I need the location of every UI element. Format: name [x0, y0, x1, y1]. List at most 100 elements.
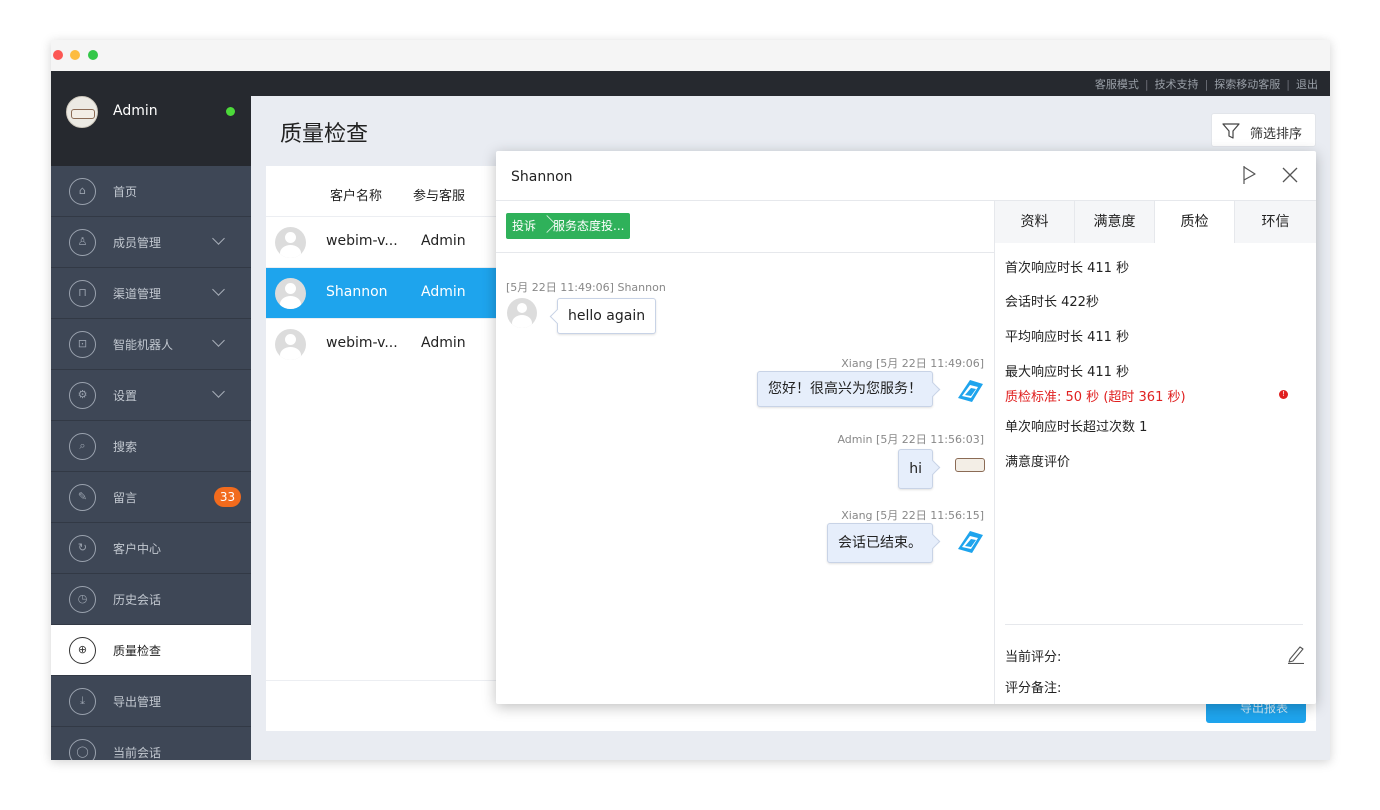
edit-icon[interactable] [1287, 644, 1305, 664]
user-avatar-icon[interactable] [66, 96, 98, 128]
detail-tabs: 资料 满意度 质检 环信 [995, 201, 1316, 243]
top-link-mobile[interactable]: 探索移动客服 [1214, 78, 1280, 91]
sidebar-item-label: 质量检查 [113, 644, 162, 658]
sidebar-item-2[interactable]: ⊓ 渠道管理 [51, 268, 251, 319]
sidebar-item-9[interactable]: ⊕ 质量检查 [51, 625, 251, 676]
sidebar-item-0[interactable]: ⌂ 首页 [51, 166, 251, 217]
agent-name-cell: Admin [421, 284, 466, 300]
chevron-down-icon[interactable] [212, 334, 225, 347]
agent-name-cell: Admin [421, 335, 466, 351]
sidebar-item-5[interactable]: ⌕ 搜索 [51, 421, 251, 472]
score-divider [1005, 624, 1303, 625]
chevron-down-icon[interactable] [212, 385, 225, 398]
sidebar-item-label: 导出管理 [113, 695, 162, 709]
history-icon: ◷ [77, 592, 88, 605]
message-meta: Xiang [5月 22日 11:49:06] [841, 357, 984, 370]
top-link-tech-support[interactable]: 技术支持 [1155, 78, 1199, 91]
top-link-separator: | [1204, 78, 1209, 91]
window-titlebar [51, 40, 1330, 71]
sidebar-nav: ⌂ 首页 ♙ 成员管理 ⊓ 渠道管理 ⊡ 智能机器人 ⚙ 设置 ⌕ 搜索 ✎ 留言 33 ↻ 客户中心 ◷ 历史会话… [51, 166, 251, 760]
sidebar-item-icon: ⌂ [69, 178, 96, 205]
message-bubble-customer[interactable]: hello again [557, 298, 657, 334]
warning-icon: ! [1279, 390, 1288, 399]
sidebar-item-icon: ✎ [69, 484, 96, 511]
sidebar-item-label: 搜索 [113, 440, 138, 454]
filter-sort-label: 筛选排序 [1250, 127, 1303, 142]
user-box: Admin [51, 96, 251, 166]
agent-logo-icon [958, 531, 983, 553]
message-bubble-admin[interactable]: hi [898, 449, 933, 489]
agent-logo-icon [958, 380, 983, 402]
sidebar-item-icon: ⤓ [69, 688, 96, 715]
home-icon: ⌂ [79, 184, 86, 197]
quality-icon: ⊕ [77, 643, 88, 656]
dialog-header: Shannon [496, 151, 1316, 201]
welcome-logo-icon [955, 458, 985, 472]
tab-profile[interactable]: 资料 [995, 201, 1075, 243]
sidebar-item-1[interactable]: ♙ 成员管理 [51, 217, 251, 268]
message-bubble-agent[interactable]: 您好！很高兴为您服务！ [757, 371, 933, 407]
sidebar-item-icon: ♙ [69, 229, 96, 256]
online-status-indicator[interactable] [226, 107, 235, 116]
sidebar-item-label: 首页 [113, 185, 138, 199]
tab-quality[interactable]: 质检 [1155, 201, 1235, 243]
sidebar-item-label: 历史会话 [113, 593, 162, 607]
session-duration-stat: 会话时长 422秒 [1005, 295, 1099, 310]
flag-icon[interactable] [1241, 165, 1257, 185]
robot-icon: ⊡ [77, 337, 88, 350]
sidebar-item-label: 智能机器人 [113, 338, 174, 352]
sidebar-item-4[interactable]: ⚙ 设置 [51, 370, 251, 421]
score-note-label: 评分备注: [1005, 681, 1062, 696]
chevron-down-icon[interactable] [212, 283, 225, 296]
top-bar: 客服模式 | 技术支持 | 探索移动客服 | 退出 [51, 71, 1330, 96]
customer-avatar-icon [275, 227, 306, 258]
top-link-logout[interactable]: 退出 [1296, 78, 1318, 91]
customer-avatar-icon [275, 278, 306, 309]
tab-easemob[interactable]: 环信 [1235, 201, 1316, 243]
settings-icon: ⚙ [77, 388, 88, 401]
sidebar-item-icon: ↻ [69, 535, 96, 562]
top-link-agent-mode[interactable]: 客服模式 [1095, 78, 1139, 91]
message-meta: Xiang [5月 22日 11:56:15] [841, 509, 984, 522]
over-count-stat: 单次响应时长超过次数 1 [1005, 420, 1148, 435]
sidebar-item-10[interactable]: ⤓ 导出管理 [51, 676, 251, 727]
message-icon: ✎ [77, 490, 88, 503]
export-icon: ⤓ [80, 694, 85, 707]
unread-count-badge: 33 [214, 487, 241, 507]
search-icon: ⌕ [79, 439, 86, 452]
complaint-tag[interactable]: 投诉 服务态度投... [506, 213, 631, 239]
sidebar-item-icon: ◷ [69, 586, 96, 613]
filter-sort-button[interactable]: 筛选排序 [1211, 113, 1316, 147]
sidebar-item-label: 当前会话 [113, 746, 162, 760]
column-header-agent[interactable]: 参与客服 [413, 185, 465, 204]
sidebar: Admin ⌂ 首页 ♙ 成员管理 ⊓ 渠道管理 ⊡ 智能机器人 ⚙ 设置 ⌕ 搜索 ✎ 留言 33 ↻ 客户中… [51, 96, 251, 760]
column-header-customer[interactable]: 客户名称 [330, 185, 382, 204]
sidebar-item-label: 留言 [113, 491, 138, 505]
sidebar-item-icon: ◯ [69, 739, 96, 760]
current-session-icon: ◯ [76, 745, 89, 758]
minimize-window-button[interactable] [70, 50, 80, 60]
sidebar-item-label: 成员管理 [113, 236, 162, 250]
close-icon[interactable] [1282, 167, 1298, 183]
sidebar-item-8[interactable]: ◷ 历史会话 [51, 574, 251, 625]
tag-chevron-icon [542, 213, 549, 239]
filter-icon [1222, 123, 1240, 139]
max-response-stat: 最大响应时长 411 秒 [1005, 365, 1130, 380]
tab-satisfaction[interactable]: 满意度 [1075, 201, 1155, 243]
sidebar-item-7[interactable]: ↻ 客户中心 [51, 523, 251, 574]
message-bubble-agent[interactable]: 会话已结束。 [827, 523, 933, 563]
first-response-stat: 首次响应时长 411 秒 [1005, 261, 1130, 276]
sidebar-item-6[interactable]: ✎ 留言 33 [51, 472, 251, 523]
message-meta: Admin [5月 22日 11:56:03] [837, 433, 984, 446]
chevron-down-icon[interactable] [212, 232, 225, 245]
zoom-window-button[interactable] [88, 50, 98, 60]
channel-icon: ⊓ [78, 286, 87, 299]
tag-primary: 投诉 [512, 219, 537, 233]
top-link-separator: | [1286, 78, 1290, 91]
satisfaction-stat: 满意度评价 [1005, 455, 1071, 470]
sidebar-item-11[interactable]: ◯ 当前会话 [51, 727, 251, 760]
sidebar-item-3[interactable]: ⊡ 智能机器人 [51, 319, 251, 370]
dialog-title: Shannon [511, 169, 573, 185]
close-window-button[interactable] [53, 50, 63, 60]
tags-bar: 投诉 服务态度投... [496, 201, 995, 253]
